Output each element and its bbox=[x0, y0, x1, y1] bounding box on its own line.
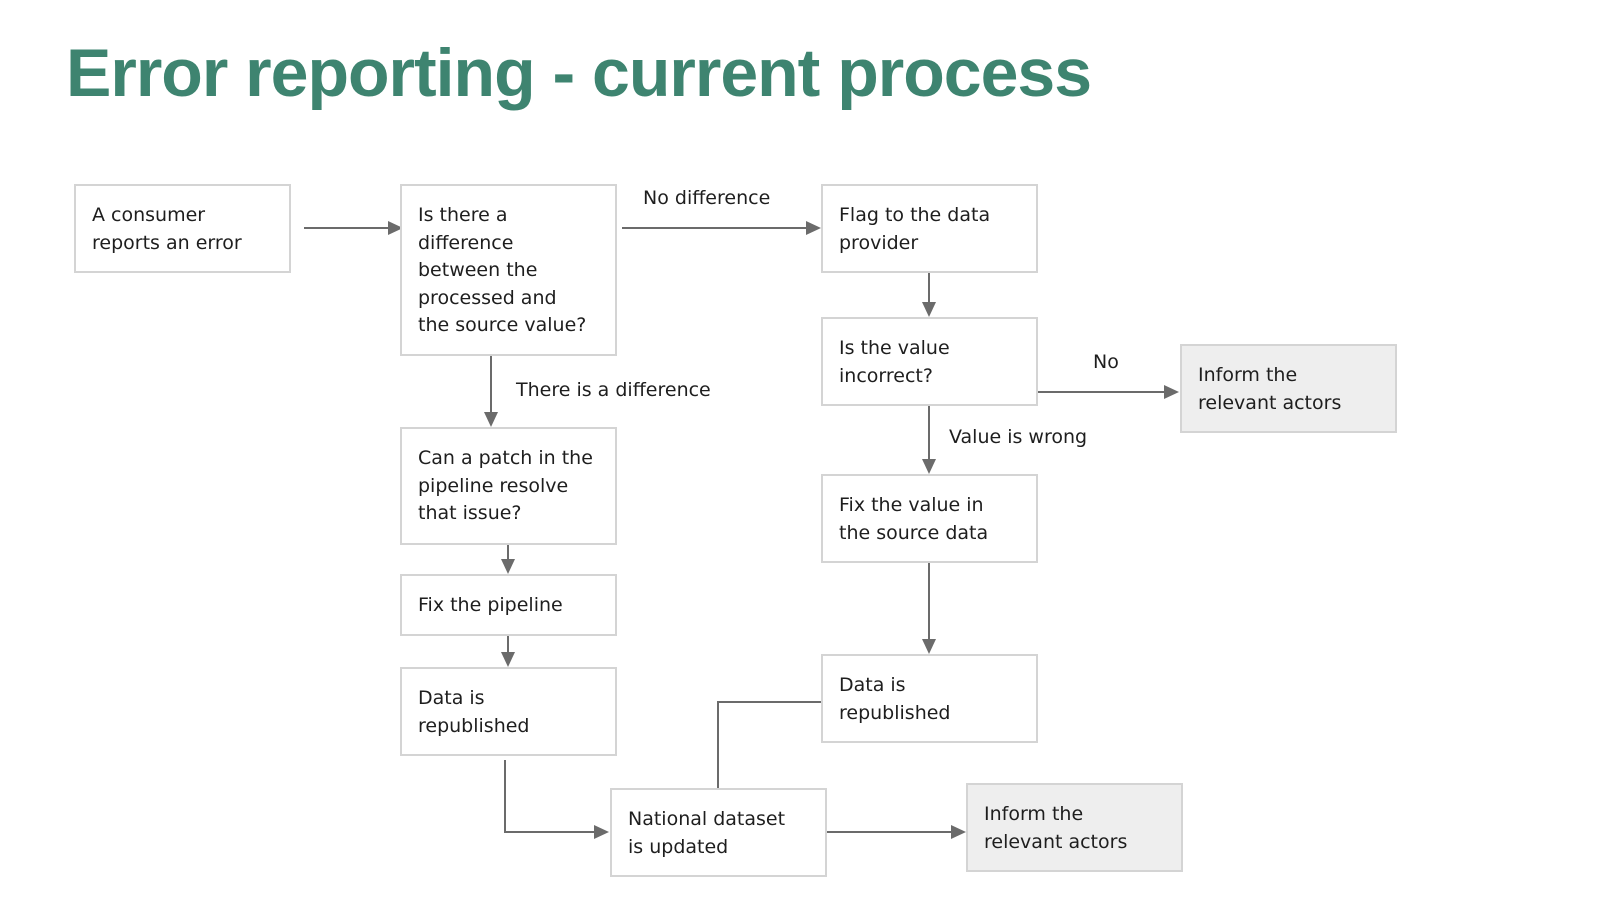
node-text: Fix the pipeline bbox=[418, 594, 563, 616]
node-text: Is there a difference between the proces… bbox=[418, 204, 587, 336]
node-is-there-difference: Is there a difference between the proces… bbox=[400, 184, 617, 356]
node-text: Flag to the data provider bbox=[839, 204, 991, 254]
node-text: Data is republished bbox=[418, 687, 530, 737]
node-consumer-reports-error: A consumer reports an error bbox=[74, 184, 291, 273]
node-national-dataset-updated: National dataset is updated bbox=[610, 788, 827, 877]
arrow-consumer-to-difference bbox=[304, 221, 403, 235]
node-data-republished-right: Data is republished bbox=[821, 654, 1038, 743]
node-text: Inform the relevant actors bbox=[1198, 364, 1342, 414]
arrow-there-is-difference bbox=[484, 356, 498, 427]
arrow-fix-source-to-republished bbox=[922, 563, 936, 654]
node-fix-value-in-source: Fix the value in the source data bbox=[821, 474, 1038, 563]
node-data-republished-left: Data is republished bbox=[400, 667, 617, 756]
node-text: Fix the value in the source data bbox=[839, 494, 989, 544]
edge-label-no: No bbox=[1093, 351, 1119, 373]
arrow-republished-left-to-national bbox=[504, 760, 609, 839]
node-inform-relevant-actors-2: Inform the relevant actors bbox=[966, 783, 1183, 872]
node-text: Inform the relevant actors bbox=[984, 803, 1128, 853]
arrow-flag-to-value-incorrect bbox=[922, 273, 936, 317]
edge-label-no-difference: No difference bbox=[643, 187, 771, 209]
arrow-national-to-inform bbox=[822, 825, 966, 839]
node-patch-in-pipeline: Can a patch in the pipeline resolve that… bbox=[400, 427, 617, 545]
arrow-fix-pipeline-to-republished bbox=[501, 636, 515, 667]
edge-label-value-is-wrong: Value is wrong bbox=[949, 426, 1088, 448]
edge-label-there-is-difference: There is a difference bbox=[516, 379, 711, 401]
node-text: Is the value incorrect? bbox=[839, 337, 950, 387]
node-inform-relevant-actors-1: Inform the relevant actors bbox=[1180, 344, 1397, 433]
connector-republished-right-to-national bbox=[717, 701, 827, 789]
arrow-no-difference bbox=[622, 221, 821, 235]
node-fix-the-pipeline: Fix the pipeline bbox=[400, 574, 617, 636]
node-is-value-incorrect: Is the value incorrect? bbox=[821, 317, 1038, 406]
arrow-value-is-wrong bbox=[922, 406, 936, 474]
node-text: National dataset is updated bbox=[628, 808, 786, 858]
node-text: A consumer reports an error bbox=[92, 204, 242, 254]
node-flag-to-provider: Flag to the data provider bbox=[821, 184, 1038, 273]
node-text: Data is republished bbox=[839, 674, 951, 724]
arrow-patch-to-fix-pipeline bbox=[501, 545, 515, 574]
page-title: Error reporting - current process bbox=[66, 35, 1092, 111]
arrow-no bbox=[1038, 385, 1179, 399]
flow-connectors bbox=[304, 221, 1179, 839]
node-text: Can a patch in the pipeline resolve that… bbox=[418, 447, 593, 524]
